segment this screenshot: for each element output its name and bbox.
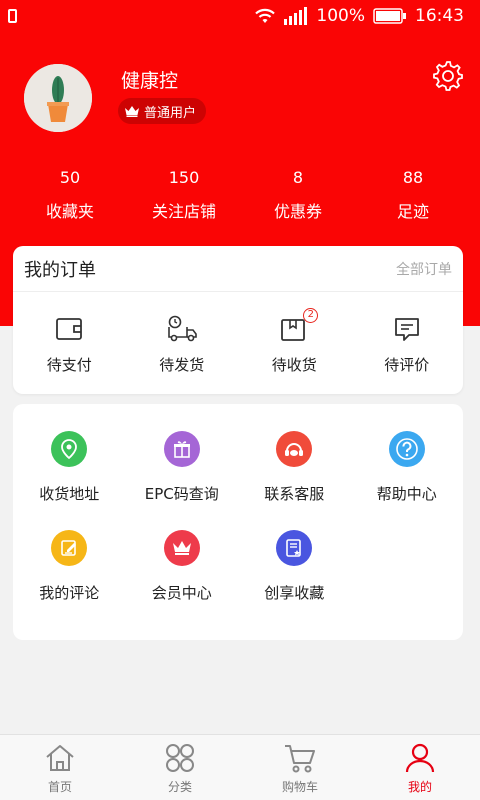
box-icon: 2 bbox=[280, 308, 319, 344]
services-card: 收货地址 EPC码查询 联系客服 帮助中心 我的评论 会员中心 创享收藏 bbox=[13, 404, 463, 640]
stat-favorites[interactable]: 50 收藏夹 bbox=[10, 166, 130, 222]
order-item-label: 待发货 bbox=[159, 356, 205, 374]
service-label: EPC码查询 bbox=[144, 485, 219, 503]
order-item-label: 待评价 bbox=[384, 356, 430, 374]
stat-label: 收藏夹 bbox=[45, 202, 94, 221]
stat-coupons[interactable]: 8 优惠券 bbox=[238, 166, 358, 222]
service-label: 联系客服 bbox=[264, 485, 325, 503]
order-pending-review[interactable]: 待评价 bbox=[351, 292, 464, 394]
service-chuangxiang-favorites[interactable]: 创享收藏 bbox=[238, 530, 351, 629]
stat-followed-shops[interactable]: 150 关注店铺 bbox=[124, 166, 244, 222]
location-icon bbox=[51, 431, 88, 467]
settings-gear-icon[interactable] bbox=[432, 60, 464, 92]
crown-icon bbox=[125, 106, 139, 117]
all-orders-link[interactable]: 全部订单 bbox=[396, 259, 452, 279]
comment-icon bbox=[393, 314, 421, 344]
wallet-icon bbox=[55, 314, 83, 344]
avatar[interactable] bbox=[24, 64, 92, 132]
service-label: 创享收藏 bbox=[264, 584, 325, 602]
stat-value: 8 bbox=[292, 168, 304, 187]
stat-value: 88 bbox=[402, 168, 424, 187]
service-help-center[interactable]: 帮助中心 bbox=[351, 431, 464, 530]
help-icon bbox=[388, 431, 425, 467]
username: 健康控 bbox=[121, 70, 179, 92]
sim-icon bbox=[8, 9, 17, 23]
receipt-count-badge: 2 bbox=[303, 308, 319, 323]
order-pending-receipt[interactable]: 2 待收货 bbox=[238, 292, 351, 394]
member-level-label: 普通用户 bbox=[144, 105, 197, 121]
stat-footprints[interactable]: 88 足迹 bbox=[353, 166, 473, 222]
service-label: 会员中心 bbox=[151, 584, 212, 602]
clock: 16:43 bbox=[415, 6, 464, 26]
cart-icon bbox=[283, 741, 317, 775]
user-icon bbox=[404, 741, 436, 775]
tab-category[interactable]: 分类 bbox=[120, 735, 240, 800]
service-label: 我的评论 bbox=[39, 584, 100, 602]
tab-cart[interactable]: 购物车 bbox=[240, 735, 360, 800]
orders-card: 我的订单 全部订单 待支付 待发货 2 待收货 待评价 bbox=[13, 246, 463, 394]
stat-value: 150 bbox=[168, 168, 200, 187]
order-item-label: 待收货 bbox=[271, 356, 317, 374]
stat-label: 优惠券 bbox=[273, 202, 322, 221]
status-bar: 100% 16:43 bbox=[0, 0, 480, 34]
tab-label: 购物车 bbox=[281, 780, 318, 794]
service-epc-query[interactable]: EPC码查询 bbox=[126, 431, 239, 530]
service-member-center[interactable]: 会员中心 bbox=[126, 530, 239, 629]
cactus-avatar-icon bbox=[24, 64, 92, 132]
edit-icon bbox=[51, 530, 88, 566]
stat-label: 足迹 bbox=[396, 202, 429, 221]
stat-label: 关注店铺 bbox=[151, 202, 216, 221]
stats-row: 50 收藏夹 150 关注店铺 8 优惠券 88 足迹 bbox=[0, 166, 480, 222]
gift-icon bbox=[163, 431, 200, 467]
truck-icon bbox=[166, 314, 198, 344]
service-my-reviews[interactable]: 我的评论 bbox=[13, 530, 126, 629]
battery-icon bbox=[373, 8, 407, 24]
order-pending-payment[interactable]: 待支付 bbox=[13, 292, 126, 394]
bottom-tab-bar: 首页 分类 购物车 我的 bbox=[0, 734, 480, 800]
home-icon bbox=[44, 741, 76, 775]
tab-label: 分类 bbox=[167, 780, 192, 794]
category-icon bbox=[164, 741, 196, 775]
stat-value: 50 bbox=[59, 168, 81, 187]
tab-home[interactable]: 首页 bbox=[0, 735, 120, 800]
order-item-label: 待支付 bbox=[46, 356, 92, 374]
tab-label: 我的 bbox=[407, 780, 432, 794]
orders-title: 我的订单 bbox=[24, 259, 96, 281]
service-customer-support[interactable]: 联系客服 bbox=[238, 431, 351, 530]
headset-icon bbox=[276, 431, 313, 467]
battery-percent: 100% bbox=[316, 6, 365, 26]
service-address[interactable]: 收货地址 bbox=[13, 431, 126, 530]
service-label: 帮助中心 bbox=[376, 485, 437, 503]
tab-mine[interactable]: 我的 bbox=[360, 735, 480, 800]
member-level-badge[interactable]: 普通用户 bbox=[118, 98, 207, 124]
service-label: 收货地址 bbox=[39, 485, 100, 503]
order-pending-shipment[interactable]: 待发货 bbox=[126, 292, 239, 394]
orders-header: 我的订单 全部订单 bbox=[13, 246, 463, 292]
favorite-doc-icon bbox=[276, 530, 313, 566]
wifi-icon bbox=[254, 7, 276, 25]
crown-icon bbox=[163, 530, 200, 566]
signal-icon bbox=[284, 7, 308, 25]
tab-label: 首页 bbox=[47, 780, 72, 794]
